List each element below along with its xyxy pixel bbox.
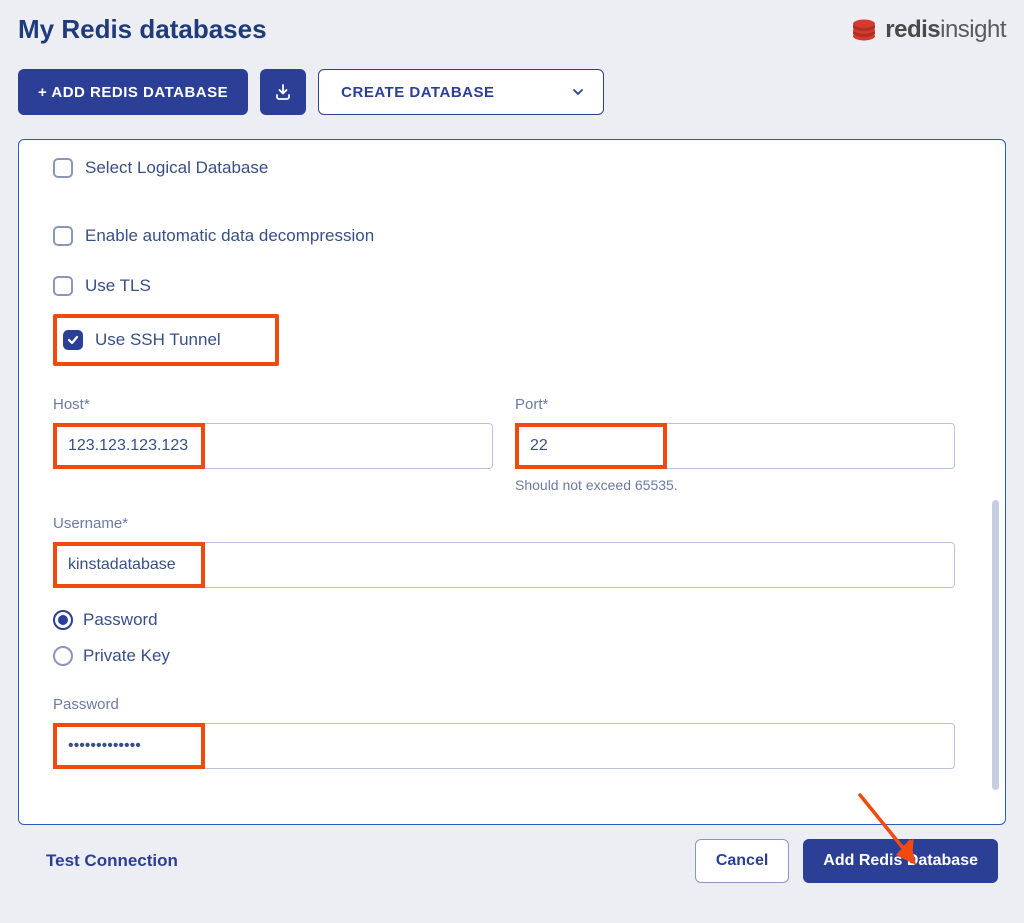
username-label: Username* [53,515,955,532]
add-redis-database-submit-button[interactable]: Add Redis Database [803,839,998,883]
radio-selected-icon[interactable] [53,610,73,630]
brand-suffix: insight [940,16,1006,43]
port-input[interactable] [515,423,955,469]
auth-password-radio[interactable]: Password [53,610,955,630]
host-input[interactable] [53,423,493,469]
add-redis-database-button[interactable]: + ADD REDIS DATABASE [18,69,248,115]
use-ssh-tunnel-label: Use SSH Tunnel [95,330,221,350]
checkbox-unchecked-icon[interactable] [53,226,73,246]
port-hint: Should not exceed 65535. [515,477,955,493]
auth-password-label: Password [83,610,158,630]
create-database-label: CREATE DATABASE [341,84,494,101]
use-tls-row[interactable]: Use TLS [53,276,955,296]
footer: Test Connection Cancel Add Redis Databas… [18,839,1006,883]
use-ssh-tunnel-row[interactable]: Use SSH Tunnel [53,314,279,366]
brand: redisinsight [849,16,1006,44]
cancel-button[interactable]: Cancel [695,839,789,883]
select-logical-db-label: Select Logical Database [85,158,268,178]
header: My Redis databases redisinsight [18,14,1006,45]
auth-privatekey-radio[interactable]: Private Key [53,646,955,666]
select-logical-db-row[interactable]: Select Logical Database [53,158,955,178]
create-database-dropdown[interactable]: CREATE DATABASE [318,69,604,115]
checkbox-unchecked-icon[interactable] [53,158,73,178]
download-icon [274,83,292,101]
import-button[interactable] [260,69,306,115]
brand-prefix: redis [885,16,940,43]
port-field: Port* Should not exceed 65535. [515,396,955,493]
host-label: Host* [53,396,493,413]
scrollbar[interactable] [992,500,999,790]
password-field: Password [53,696,955,769]
checkbox-checked-icon[interactable] [63,330,83,350]
redis-logo-icon [849,16,879,44]
password-input[interactable] [53,723,955,769]
port-label: Port* [515,396,955,413]
checkbox-unchecked-icon[interactable] [53,276,73,296]
form-panel: Select Logical Database Enable automatic… [18,139,1006,825]
host-field: Host* [53,396,493,493]
test-connection-link[interactable]: Test Connection [46,851,178,871]
action-bar: + ADD REDIS DATABASE CREATE DATABASE [18,69,1006,115]
username-input[interactable] [53,542,955,588]
page-title: My Redis databases [18,14,267,45]
username-field: Username* [53,515,955,588]
password-label: Password [53,696,955,713]
auth-privatekey-label: Private Key [83,646,170,666]
decompression-row[interactable]: Enable automatic data decompression [53,226,955,246]
radio-unselected-icon[interactable] [53,646,73,666]
decompression-label: Enable automatic data decompression [85,226,374,246]
use-tls-label: Use TLS [85,276,151,296]
chevron-down-icon [571,85,585,99]
